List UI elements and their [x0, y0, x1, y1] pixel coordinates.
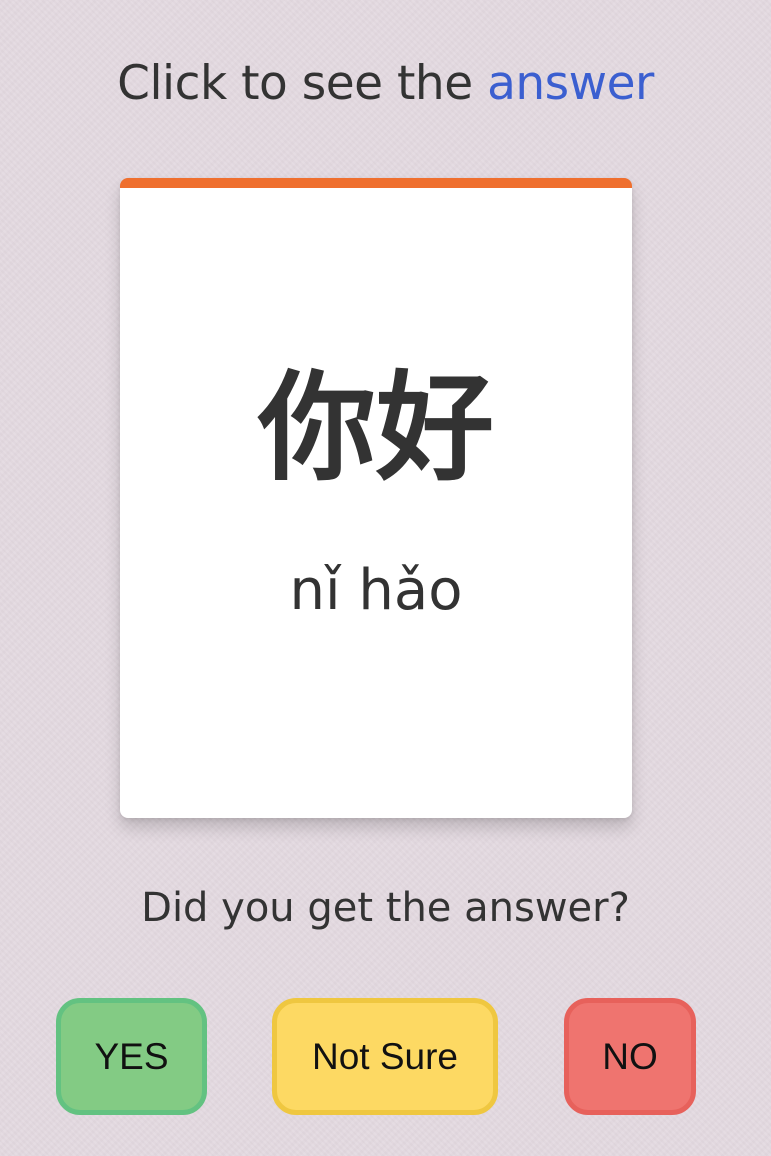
- instruction-prefix: Click to see the: [117, 56, 488, 111]
- answer-question: Did you get the answer?: [141, 885, 630, 931]
- instruction-heading: Click to see the answer: [0, 52, 771, 116]
- answer-link[interactable]: answer: [487, 56, 654, 111]
- card-pinyin: nǐ hǎo: [289, 558, 463, 623]
- flashcard[interactable]: 你好 nǐ hǎo: [120, 178, 632, 818]
- no-button[interactable]: NO: [564, 998, 696, 1115]
- not-sure-button[interactable]: Not Sure: [272, 998, 498, 1115]
- yes-button[interactable]: YES: [56, 998, 207, 1115]
- card-characters: 你好: [257, 359, 494, 497]
